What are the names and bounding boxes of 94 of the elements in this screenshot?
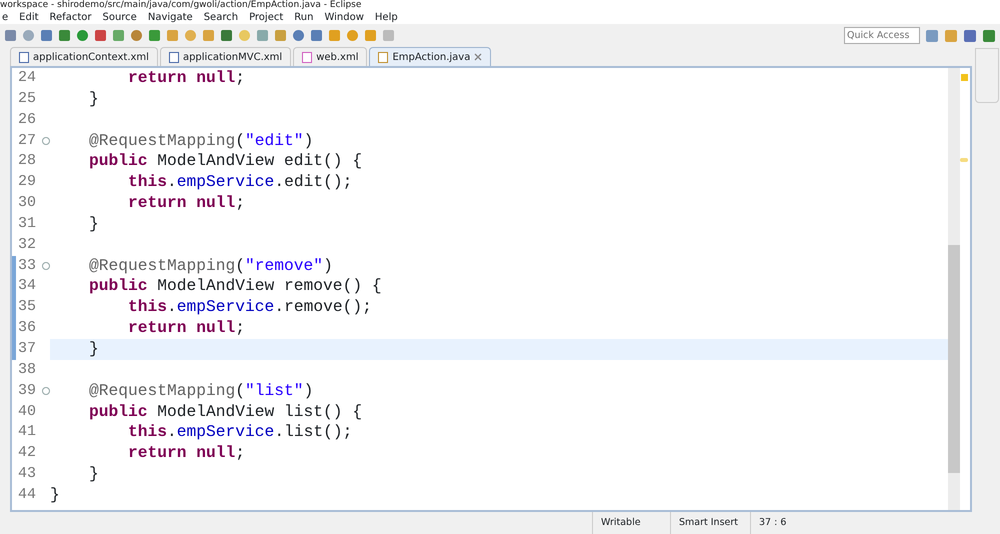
code-line: @RequestMapping("list") — [88, 380, 314, 400]
line-number: 32 — [18, 236, 36, 253]
code-line: public ModelAndView edit() { — [88, 151, 362, 170]
code-line: return null; — [127, 193, 246, 212]
line-number: 39 — [18, 382, 36, 399]
toolbar-icon[interactable] — [310, 29, 323, 42]
toolbar-icon[interactable] — [220, 29, 233, 42]
status-field: Smart Insert — [670, 512, 750, 534]
line-number: 33 — [18, 256, 36, 274]
file-icon — [168, 52, 179, 62]
code-line: this.empService.list(); — [127, 422, 352, 442]
toolbar-icon[interactable] — [58, 29, 71, 42]
line-number: 31 — [18, 214, 36, 232]
toolbar-icon[interactable] — [130, 29, 143, 42]
close-icon[interactable] — [474, 53, 482, 61]
toolbar-icon[interactable] — [94, 29, 107, 42]
file-icon — [302, 52, 312, 62]
scrollbar[interactable] — [948, 68, 960, 510]
code-line: return null; — [127, 443, 246, 462]
editor-tab[interactable]: applicationContext.xml — [10, 47, 158, 66]
toolbar-icon[interactable] — [202, 29, 215, 42]
menu-item[interactable]: Help — [374, 10, 398, 24]
toolbar-icon[interactable] — [292, 29, 305, 42]
toolbar-icon[interactable] — [166, 29, 179, 42]
line-number: 30 — [18, 194, 36, 212]
line-number: 25 — [18, 90, 36, 107]
code-line: public ModelAndView list() { — [88, 402, 362, 420]
line-number: 29 — [18, 173, 36, 190]
fold-icon[interactable] — [42, 136, 50, 145]
line-number: 38 — [18, 360, 36, 378]
line-number: 43 — [18, 465, 36, 482]
code-line: public ModelAndView remove() { — [88, 276, 382, 296]
file-icon — [378, 52, 388, 62]
menu-item[interactable]: Refactor — [50, 10, 92, 24]
code-line: this.empService.remove(); — [127, 297, 372, 316]
menu-item[interactable]: Navigate — [148, 10, 193, 24]
fold-icon[interactable] — [42, 262, 50, 270]
line-number: 41 — [18, 423, 36, 440]
perspective-icon[interactable] — [963, 28, 977, 42]
code-line: @RequestMapping("edit") — [88, 130, 314, 150]
menu-item[interactable]: Window — [324, 10, 364, 24]
menu-item[interactable]: Project — [249, 10, 284, 24]
side-panel — [975, 48, 999, 103]
line-number: 24 — [18, 69, 36, 86]
line-number: 44 — [18, 486, 36, 503]
code-line: @RequestMapping("remove") — [88, 256, 333, 275]
toolbar-icon[interactable] — [148, 29, 161, 42]
line-number: 40 — [18, 402, 36, 420]
toolbar-icon[interactable] — [364, 29, 377, 42]
perspective-icon[interactable] — [982, 28, 996, 42]
code-line: } — [50, 484, 60, 504]
toolbar-icon[interactable] — [76, 29, 89, 42]
menu-item[interactable]: Source — [102, 10, 137, 24]
status-field: Writable — [592, 512, 670, 534]
menu-item[interactable]: Run — [294, 10, 314, 24]
editor-tab[interactable]: applicationMVC.xml — [160, 47, 292, 66]
scrollbar-thumb[interactable] — [948, 245, 960, 473]
warning-marker — [960, 158, 968, 162]
code-line: } — [88, 464, 99, 484]
window-title: workspace - shirodemo/src/main/java/com/gwoli/action/EmpAction.java - Eclipse — [0, 0, 362, 10]
line-number: 37 — [18, 340, 36, 357]
line-number: 35 — [18, 298, 36, 316]
toolbar-icon[interactable] — [328, 29, 341, 42]
line-number: 27 — [18, 132, 36, 149]
toolbar-icon[interactable] — [274, 29, 287, 42]
line-number: 42 — [18, 444, 36, 462]
editor-tab[interactable]: web.xml — [293, 47, 368, 66]
code-line: } — [88, 214, 99, 233]
code-line: return null; — [127, 318, 246, 338]
code-line: this.empService.edit(); — [127, 172, 352, 192]
code-line: } — [88, 338, 99, 358]
line-number: 34 — [18, 277, 36, 294]
toolbar-icon[interactable] — [4, 29, 17, 42]
menu-item[interactable]: Edit — [19, 10, 39, 24]
file-icon — [19, 52, 29, 62]
perspective-icon[interactable] — [944, 28, 958, 42]
warning-marker — [961, 74, 968, 81]
toolbar-icon[interactable] — [22, 29, 35, 42]
toolbar-icon[interactable] — [256, 29, 269, 42]
line-number: 28 — [18, 152, 36, 170]
toolbar-icon[interactable] — [112, 29, 125, 42]
code-line: } — [88, 88, 99, 108]
menu-item[interactable]: e — [2, 10, 8, 24]
status-field: 37 : 6 — [750, 512, 820, 534]
line-number: 26 — [18, 110, 36, 128]
editor-tab[interactable]: EmpAction.java — [369, 47, 492, 66]
perspective-icon[interactable] — [925, 28, 939, 42]
line-number: 36 — [18, 319, 36, 336]
code-line: return null; — [127, 68, 246, 87]
toolbar-icon[interactable] — [40, 29, 53, 42]
quick-access-field[interactable]: Quick Access — [844, 27, 920, 44]
fold-icon[interactable] — [42, 386, 50, 395]
toolbar-icon[interactable] — [346, 29, 359, 42]
menu-item[interactable]: Search — [204, 10, 238, 24]
